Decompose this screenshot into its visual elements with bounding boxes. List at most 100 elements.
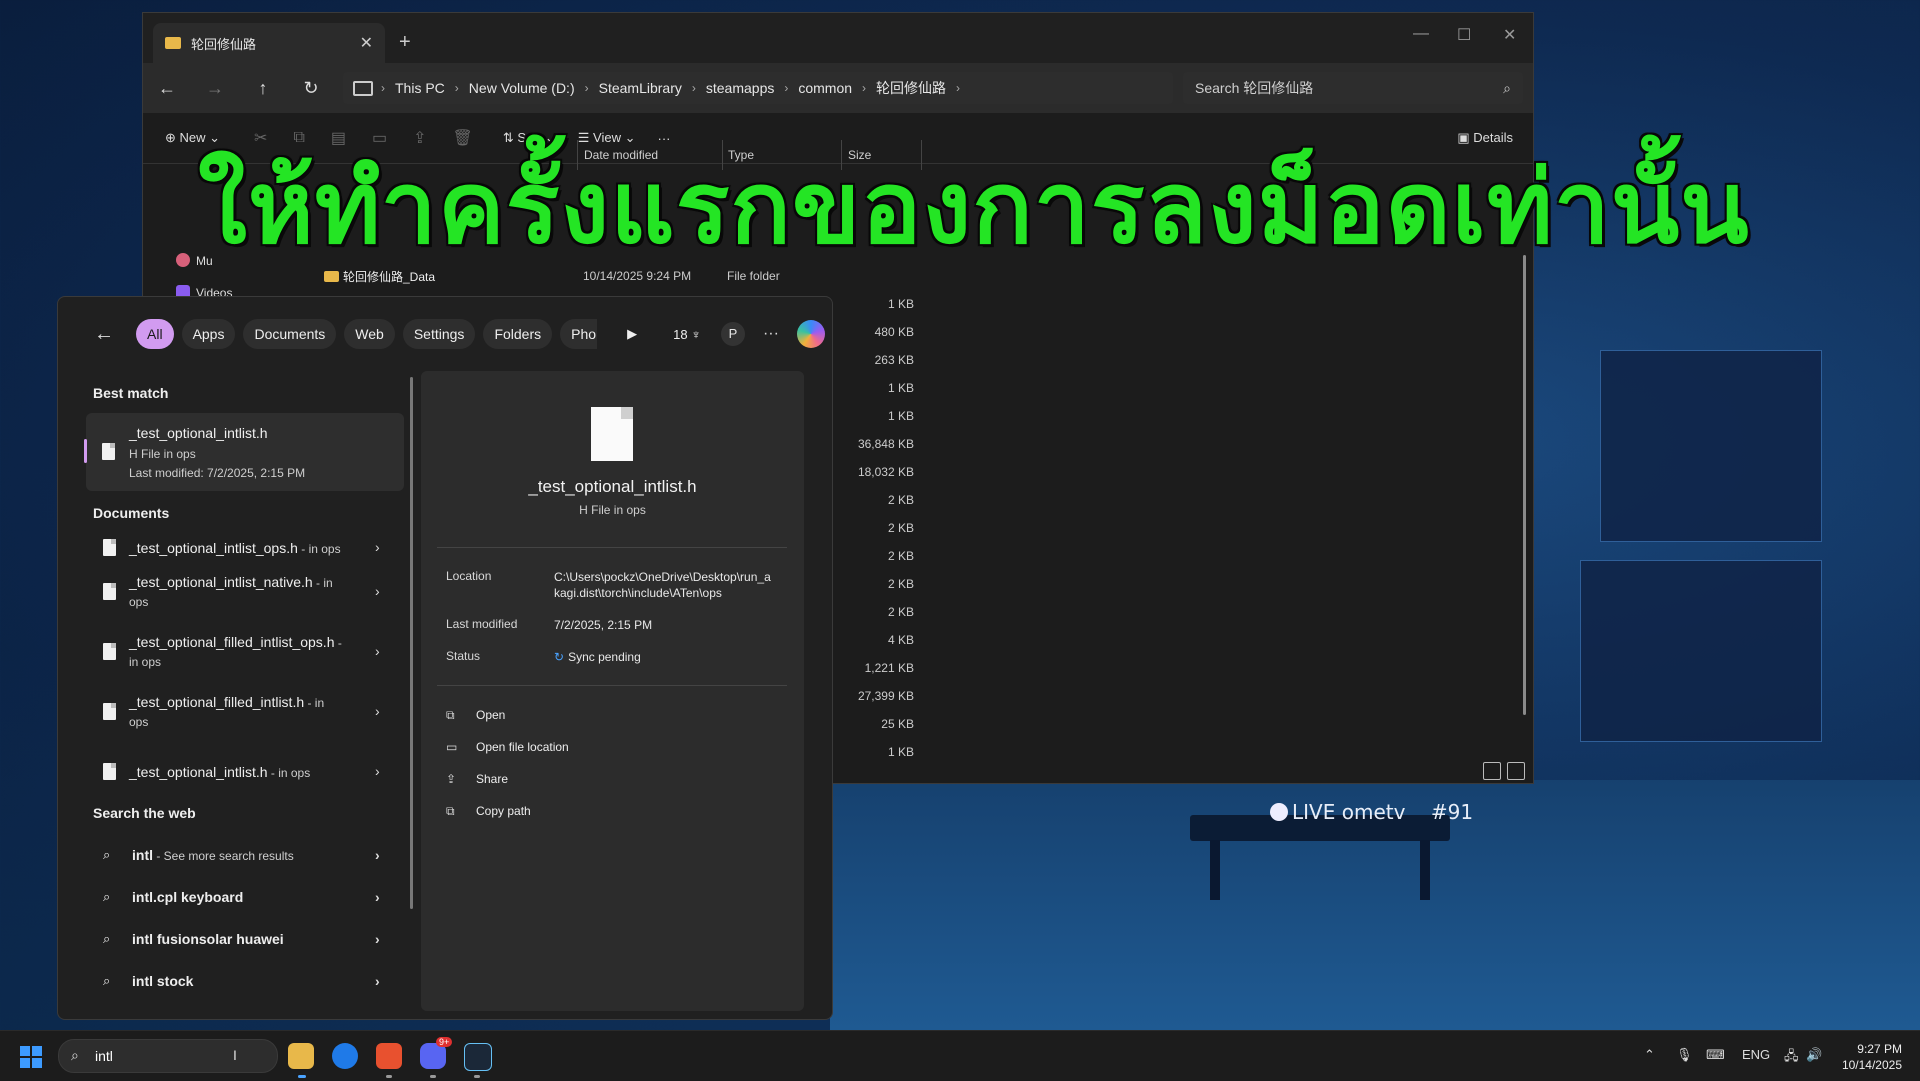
- doc-location: - in ops: [267, 766, 311, 780]
- search-filter-bar: ← All Apps Documents Web Settings Folder…: [58, 297, 832, 371]
- file-explorer-icon[interactable]: [288, 1043, 314, 1069]
- search-placeholder: Search 轮回修仙路: [1195, 80, 1314, 96]
- best-match-card[interactable]: _test_optional_intlist.h H File in ops L…: [84, 413, 404, 491]
- explorer-scrollbar[interactable]: [1523, 255, 1526, 715]
- tab-close-icon[interactable]: ✕: [360, 33, 373, 53]
- list-item[interactable]: _test_optional_filled_intlist.h - in ops…: [103, 693, 403, 733]
- network-icon[interactable]: 🖧: [1784, 1047, 1799, 1069]
- tab-title: 轮回修仙路: [191, 36, 257, 52]
- row-size: 1 KB: [887, 745, 914, 759]
- back-arrow-icon[interactable]: ←: [94, 323, 114, 346]
- list-item[interactable]: _test_optional_intlist_ops.h - in ops ›: [103, 539, 403, 563]
- chevron-right-icon[interactable]: ›: [375, 643, 380, 659]
- chevron-right-icon: ›: [784, 81, 789, 95]
- explorer-tab[interactable]: 轮回修仙路 ✕: [153, 23, 385, 63]
- chevron-up-icon[interactable]: ⌃: [1644, 1047, 1655, 1063]
- volume-icon[interactable]: 🔊: [1806, 1047, 1822, 1063]
- refresh-icon[interactable]: ↻: [287, 78, 335, 99]
- clock-date: 10/14/2025: [1841, 1058, 1902, 1072]
- rewards-badge[interactable]: 18 ♆: [673, 327, 701, 342]
- steam-icon[interactable]: [464, 1043, 492, 1071]
- filter-web[interactable]: Web: [344, 319, 395, 349]
- best-match-modified: Last modified: 7/2/2025, 2:15 PM: [129, 466, 306, 480]
- details-view-icon[interactable]: [1483, 762, 1501, 780]
- breadcrumb-item[interactable]: 轮回修仙路: [876, 78, 946, 98]
- breadcrumb-item[interactable]: This PC: [395, 80, 445, 96]
- list-item[interactable]: _test_optional_intlist.h - in ops ›: [103, 763, 403, 787]
- file-icon: [103, 539, 116, 556]
- clock-time: 9:27 PM: [1857, 1042, 1902, 1056]
- windows-start-icon[interactable]: [20, 1046, 42, 1068]
- copy-path-action[interactable]: ⧉ Copy path: [446, 804, 531, 819]
- chevron-right-icon[interactable]: ›: [375, 889, 380, 905]
- modified-value: 7/2/2025, 2:15 PM: [554, 618, 653, 632]
- chevron-right-icon: ›: [584, 81, 589, 95]
- chevron-right-icon[interactable]: ›: [375, 763, 380, 779]
- filter-folders[interactable]: Folders: [483, 319, 553, 349]
- results-scrollbar[interactable]: [410, 377, 413, 909]
- taskbar: ⌕ intl I 9+ ⌃ 🎙 ⌨ ENG 🖧 🔊 9:27 PM 10/14/…: [0, 1030, 1920, 1081]
- filter-settings[interactable]: Settings: [402, 319, 476, 349]
- open-action[interactable]: ⧉ Open: [446, 708, 505, 723]
- row-size: 480 KB: [874, 325, 914, 339]
- chevron-right-icon[interactable]: ›: [375, 973, 380, 989]
- explorer-search-input[interactable]: Search 轮回修仙路 ⌕: [1183, 72, 1523, 104]
- row-size: 263 KB: [874, 353, 914, 367]
- chevron-right-icon: ›: [956, 81, 961, 95]
- row-size: 25 KB: [881, 717, 914, 731]
- row-size: 18,032 KB: [857, 465, 914, 479]
- live-label: LIVE: [1292, 800, 1336, 824]
- breadcrumb-item[interactable]: steamapps: [706, 80, 774, 96]
- search-query: intl: [95, 1048, 113, 1064]
- forward-icon[interactable]: →: [191, 78, 239, 99]
- breadcrumb-item[interactable]: common: [798, 80, 852, 96]
- filter-photos[interactable]: Pho: [560, 319, 598, 349]
- open-file-location-action[interactable]: ▭ Open file location: [446, 740, 569, 754]
- chevron-right-icon[interactable]: ›: [375, 931, 380, 947]
- file-icon: [103, 703, 116, 720]
- filter-apps[interactable]: Apps: [181, 319, 236, 349]
- breadcrumb-item[interactable]: New Volume (D:): [469, 80, 575, 96]
- row-size: 2 KB: [887, 549, 914, 563]
- clock[interactable]: 9:27 PM 10/14/2025: [1836, 1041, 1902, 1073]
- row-size: 1 KB: [887, 297, 914, 311]
- search-icon: ⌕: [103, 973, 111, 988]
- breadcrumb[interactable]: › This PC › New Volume (D:) › SteamLibra…: [343, 72, 1173, 104]
- list-item[interactable]: _test_optional_filled_intlist_ops.h - in…: [103, 633, 403, 673]
- share-action[interactable]: ⇪ Share: [446, 772, 508, 786]
- divider: [437, 547, 787, 548]
- filter-documents[interactable]: Documents: [243, 319, 337, 349]
- chevron-right-icon[interactable]: ›: [375, 539, 380, 555]
- maximize-icon[interactable]: ☐: [1457, 25, 1471, 45]
- filter-all[interactable]: All: [136, 319, 174, 349]
- brand-label: ometv: [1341, 800, 1406, 824]
- row-size: 2 KB: [887, 493, 914, 507]
- messenger-icon[interactable]: [332, 1043, 358, 1069]
- language-indicator[interactable]: ENG: [1742, 1047, 1770, 1062]
- up-icon[interactable]: ↑: [239, 78, 287, 99]
- folder-icon: [165, 37, 181, 49]
- taskbar-search-input[interactable]: ⌕ intl I: [58, 1039, 278, 1073]
- more-options-icon[interactable]: ···: [763, 325, 779, 343]
- new-tab-button[interactable]: +: [399, 31, 411, 54]
- tag-label: #91: [1430, 800, 1474, 824]
- breadcrumb-item[interactable]: SteamLibrary: [599, 80, 682, 96]
- chevron-right-icon[interactable]: ›: [375, 583, 380, 599]
- copilot-icon[interactable]: [796, 320, 825, 348]
- keyboard-icon[interactable]: ⌨: [1706, 1047, 1725, 1063]
- microphone-icon[interactable]: 🎙: [1676, 1047, 1693, 1063]
- scroll-filters-icon[interactable]: ▶: [627, 326, 637, 342]
- open-icon: ⧉: [446, 708, 455, 722]
- tiles-view-icon[interactable]: [1507, 762, 1525, 780]
- location-value: C:\Users\pockz\OneDrive\Desktop\run_akag…: [554, 570, 771, 600]
- avatar[interactable]: P: [720, 322, 745, 346]
- close-window-icon[interactable]: ✕: [1503, 25, 1516, 45]
- search-icon: ⌕: [103, 931, 111, 946]
- brave-browser-icon[interactable]: [376, 1043, 402, 1069]
- chevron-right-icon[interactable]: ›: [375, 703, 380, 719]
- back-icon[interactable]: ←: [143, 78, 191, 99]
- list-item[interactable]: _test_optional_intlist_native.h - in ops…: [103, 573, 403, 613]
- preview-title: _test_optional_intlist.h: [528, 477, 697, 496]
- minimize-icon[interactable]: —: [1413, 25, 1429, 43]
- chevron-right-icon[interactable]: ›: [375, 847, 380, 863]
